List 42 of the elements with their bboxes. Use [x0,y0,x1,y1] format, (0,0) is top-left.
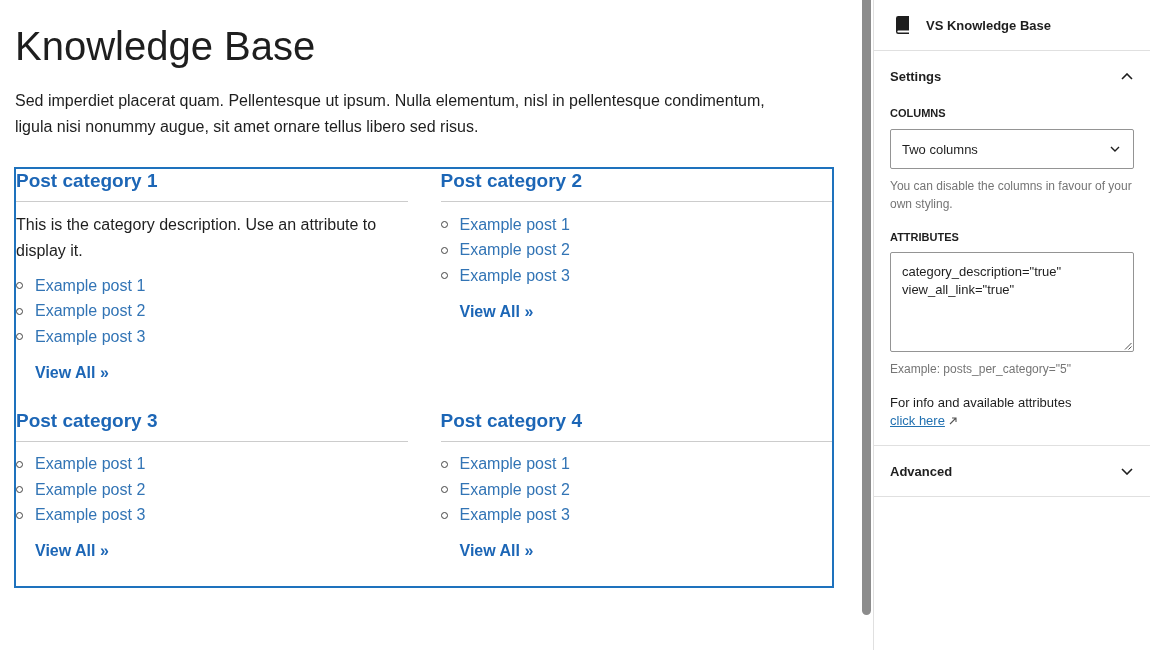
intro-paragraph: Sed imperdiet placerat quam. Pellentesque ut ipsum. Nulla elementum, nisl in pellentesque condimentum, ligula nisi nonummy augue, sit amet ornare tellus libero sed risus. [15,91,766,137]
post-link[interactable]: Example post 2 [459,240,570,261]
post-link[interactable]: Example post 3 [35,326,146,347]
category-title-link[interactable]: Post category 4 [440,408,582,433]
help-text: Example: posts_per_category="5" [890,361,1072,378]
field-label: ATTRIBUTES [890,230,960,245]
category-description: This is the category description. Use an attribute to display it. [16,215,378,261]
category-title-link[interactable]: Post category 3 [16,408,158,433]
panel-toggle[interactable]: Settings [874,51,1150,101]
category-title-link[interactable]: Post category 1 [16,169,158,193]
post-link[interactable]: Example post 3 [459,505,570,526]
knowledge-base-block[interactable] [14,167,834,588]
chevron-down-icon [1110,146,1120,152]
chevron-up-icon [1121,72,1133,80]
view-all-link[interactable]: View All » [459,540,534,562]
post-link[interactable]: Example post 1 [459,454,570,475]
field-label: COLUMNS [890,106,947,121]
help-text: You can disable the columns in favour of your own styling. [890,178,1133,213]
page-title: Knowledge Base [15,23,317,70]
info-link[interactable]: click here [890,413,957,428]
post-link[interactable]: Example post 1 [459,214,570,235]
view-all-link[interactable]: View All » [35,540,109,562]
external-link-icon [948,417,957,425]
chevron-down-icon [1121,467,1133,475]
resize-handle-icon[interactable] [1124,342,1132,350]
book-icon [894,16,910,34]
view-all-link[interactable]: View All » [35,361,109,384]
scrollbar[interactable] [862,0,871,615]
panel-toggle[interactable]: Advanced [874,446,1150,496]
view-all-link[interactable]: View All » [459,300,534,323]
block-title: VS Knowledge Base [926,17,1051,33]
post-link[interactable]: Example post 2 [35,479,146,500]
post-link[interactable]: Example post 2 [459,479,570,500]
post-link[interactable]: Example post 1 [35,454,146,475]
post-link[interactable]: Example post 1 [35,275,146,296]
post-link[interactable]: Example post 3 [35,505,146,526]
post-link[interactable]: Example post 3 [459,265,570,286]
post-link[interactable]: Example post 2 [35,301,146,322]
columns-select[interactable]: Two columns [890,129,1134,169]
info-text: For info and available attributes click here [890,394,1073,430]
category-title-link[interactable]: Post category 2 [440,169,582,193]
attributes-textarea[interactable]: category_description="true" view_all_link="true" [890,252,1134,352]
